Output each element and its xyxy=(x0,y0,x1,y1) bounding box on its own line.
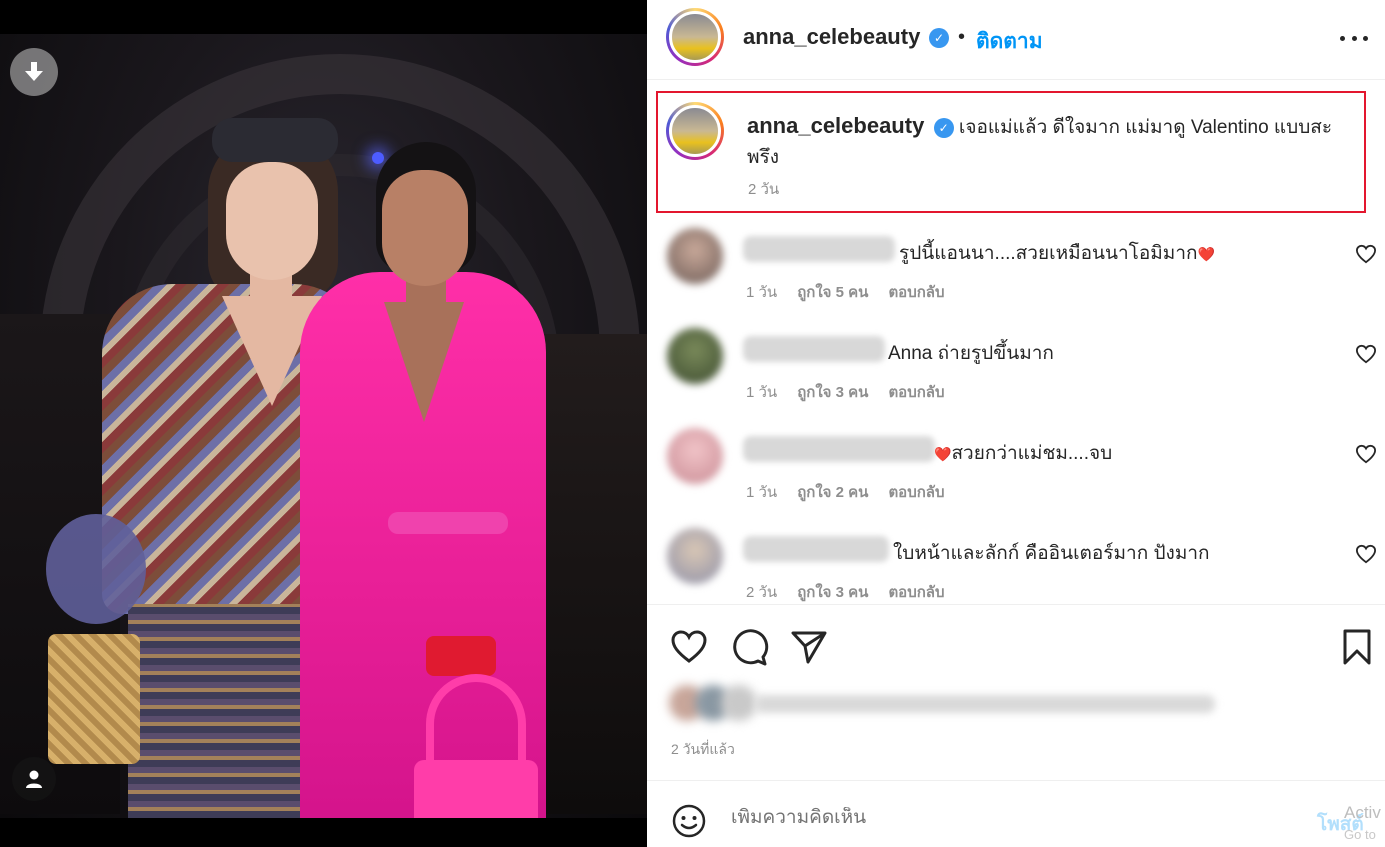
separator-dot: • xyxy=(958,26,966,48)
comment-meta: 1 วัน ถูกใจ 3 คน ตอบกลับ xyxy=(746,380,945,404)
comment-meta: 1 วัน ถูกใจ 5 คน ตอบกลับ xyxy=(746,280,945,304)
liked-by-blurred[interactable] xyxy=(669,685,1215,725)
comment-time[interactable]: 1 วัน xyxy=(746,380,777,404)
comment-time[interactable]: 1 วัน xyxy=(746,280,777,304)
person-right-face xyxy=(382,170,468,286)
post-photo[interactable] xyxy=(0,34,647,818)
caption-timestamp[interactable]: 2 วัน xyxy=(748,177,779,201)
bookmark-icon[interactable] xyxy=(1337,627,1377,667)
caption-author-avatar[interactable] xyxy=(666,102,724,160)
activation-watermark-line1: Activ xyxy=(1344,803,1381,822)
comment-reply-button[interactable]: ตอบกลับ xyxy=(888,280,944,304)
comment-item: รูปนี้แอนนา....สวยเหมือนนาโอมิมาก❤️ 1 วั… xyxy=(647,228,1385,318)
activation-watermark-line2: Go to xyxy=(1344,827,1376,842)
commenter-username-blurred[interactable] xyxy=(743,236,895,262)
comment-heart-icon[interactable] xyxy=(1355,244,1377,264)
comment-likes-count[interactable]: ถูกใจ 3 คน xyxy=(797,580,868,604)
commenter-username-blurred[interactable] xyxy=(743,436,935,462)
person-right-phone xyxy=(426,636,496,676)
comment-time[interactable]: 1 วัน xyxy=(746,480,777,504)
post-media-pane xyxy=(0,0,647,847)
comment-icon[interactable] xyxy=(729,627,769,667)
download-icon xyxy=(25,62,43,81)
person-left-hair-bow xyxy=(212,118,338,162)
post-timestamp[interactable]: 2 วันที่แล้ว xyxy=(671,739,735,761)
comment-item: ❤️สวยกว่าแม่ชม....จบ 1 วัน ถูกใจ 2 คน ตอ… xyxy=(647,428,1385,518)
comment-text: ใบหน้าและลักก์ คืออินเตอร์มาก ปังมาก xyxy=(893,543,1210,564)
caption-author-avatar-image xyxy=(669,105,721,157)
verified-badge-icon: ✓ xyxy=(933,117,954,138)
post-detail-panel: anna_celebeauty ✓ • ติดตาม anna_celebeau… xyxy=(647,0,1385,847)
person-left-feather-cuff xyxy=(46,514,146,624)
comment-text: รูปนี้แอนนา....สวยเหมือนนาโอมิมาก❤️ xyxy=(899,243,1215,264)
commenter-username-blurred[interactable] xyxy=(743,336,885,362)
person-right-coat-belt xyxy=(388,512,508,534)
more-dot xyxy=(1363,35,1368,41)
user-tag-icon xyxy=(26,770,42,788)
comment-input[interactable] xyxy=(731,807,1271,829)
more-options-icon[interactable] xyxy=(1340,26,1368,50)
person-left-handbag xyxy=(48,634,140,764)
author-username[interactable]: anna_celebeauty xyxy=(743,24,920,50)
comment-heart-icon[interactable] xyxy=(1355,444,1377,464)
download-button[interactable] xyxy=(10,48,58,96)
post-actions: 2 วันที่แล้ว xyxy=(647,604,1385,768)
comment-likes-count[interactable]: ถูกใจ 2 คน xyxy=(797,480,868,504)
comment-likes-count[interactable]: ถูกใจ 5 คน xyxy=(797,280,868,304)
more-dot xyxy=(1340,35,1345,41)
share-icon[interactable] xyxy=(789,627,829,667)
user-tag-button[interactable] xyxy=(12,757,56,801)
caption-text-block: anna_celebeauty ✓ เจอแม่แล้ว ดีใจมาก แม่… xyxy=(747,111,1359,173)
author-avatar-image xyxy=(669,11,721,63)
post-header: anna_celebeauty ✓ • ติดตาม xyxy=(647,0,1385,80)
more-dot xyxy=(1351,35,1357,41)
follow-button[interactable]: ติดตาม xyxy=(976,25,1043,58)
comment-text: Anna ถ่ายรูปขึ้นมาก xyxy=(888,343,1054,364)
comment-meta: 1 วัน ถูกใจ 2 คน ตอบกลับ xyxy=(746,480,945,504)
comment-meta: 2 วัน ถูกใจ 3 คน ตอบกลับ xyxy=(746,580,945,604)
commenter-avatar[interactable] xyxy=(667,528,723,584)
comment-likes-count[interactable]: ถูกใจ 3 คน xyxy=(797,380,868,404)
comment-reply-button[interactable]: ตอบกลับ xyxy=(888,380,944,404)
comment-time[interactable]: 2 วัน xyxy=(746,580,777,604)
person-right-handbag xyxy=(414,760,538,818)
author-avatar[interactable] xyxy=(666,8,724,66)
comment-item: Anna ถ่ายรูปขึ้นมาก 1 วัน ถูกใจ 3 คน ตอบ… xyxy=(647,328,1385,418)
heart-icon[interactable] xyxy=(669,627,709,667)
comment-reply-button[interactable]: ตอบกลับ xyxy=(888,480,944,504)
person-left-face xyxy=(226,162,318,280)
liker-avatar xyxy=(721,685,757,721)
person-left-pants xyxy=(128,604,310,818)
commenter-avatar[interactable] xyxy=(667,428,723,484)
commenter-username-blurred[interactable] xyxy=(743,536,889,562)
comment-heart-icon[interactable] xyxy=(1355,344,1377,364)
emoji-icon[interactable] xyxy=(671,803,707,839)
comment-heart-icon[interactable] xyxy=(1355,544,1377,564)
liked-by-text-blurred xyxy=(755,695,1215,713)
comment-text: ❤️สวยกว่าแม่ชม....จบ xyxy=(934,443,1113,464)
add-comment-bar: โพสต์ Activ Go to xyxy=(647,780,1385,847)
stage-light xyxy=(372,152,384,164)
background-crowd-right xyxy=(537,334,647,814)
caption-username[interactable]: anna_celebeauty xyxy=(747,113,924,138)
caption-highlight-box: anna_celebeauty ✓ เจอแม่แล้ว ดีใจมาก แม่… xyxy=(656,91,1366,213)
commenter-avatar[interactable] xyxy=(667,228,723,284)
verified-badge-icon: ✓ xyxy=(929,28,949,48)
commenter-avatar[interactable] xyxy=(667,328,723,384)
comment-reply-button[interactable]: ตอบกลับ xyxy=(888,580,944,604)
